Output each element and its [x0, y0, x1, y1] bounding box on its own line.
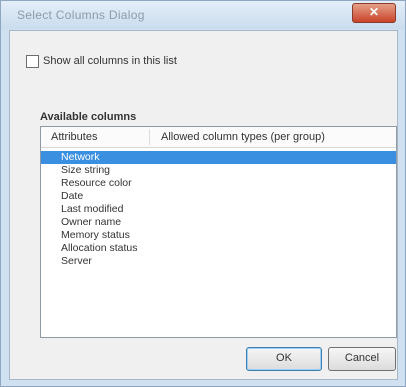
list-item[interactable]: Date: [41, 190, 396, 203]
list-item[interactable]: Server: [41, 255, 396, 268]
columns-listview[interactable]: Attributes Allowed column types (per gro…: [40, 126, 397, 338]
dialog-window: Select Columns Dialog ✕ Show all columns…: [0, 0, 406, 387]
listview-rows: Network Size string Resource color Date …: [41, 151, 396, 268]
listview-header: Attributes Allowed column types (per gro…: [41, 127, 396, 148]
window-title: Select Columns Dialog: [17, 8, 145, 22]
list-item[interactable]: Resource color: [41, 177, 396, 190]
column-header-attributes[interactable]: Attributes: [51, 131, 97, 143]
column-divider[interactable]: [149, 129, 150, 145]
list-item[interactable]: Allocation status: [41, 242, 396, 255]
available-columns-label: Available columns: [40, 111, 137, 123]
show-all-checkbox[interactable]: [26, 55, 39, 68]
close-icon: ✕: [368, 5, 380, 19]
list-item[interactable]: Owner name: [41, 216, 396, 229]
ok-button[interactable]: OK: [246, 347, 322, 371]
close-button[interactable]: ✕: [352, 3, 396, 23]
list-item[interactable]: Memory status: [41, 229, 396, 242]
list-item[interactable]: Size string: [41, 164, 396, 177]
list-item[interactable]: Network: [41, 151, 396, 164]
cancel-button[interactable]: Cancel: [328, 347, 396, 371]
show-all-checkbox-label: Show all columns in this list: [43, 55, 177, 67]
column-header-types[interactable]: Allowed column types (per group): [161, 131, 325, 143]
dialog-body: Show all columns in this list Available …: [9, 30, 398, 380]
list-item[interactable]: Last modified: [41, 203, 396, 216]
title-bar[interactable]: Select Columns Dialog ✕: [1, 1, 405, 29]
